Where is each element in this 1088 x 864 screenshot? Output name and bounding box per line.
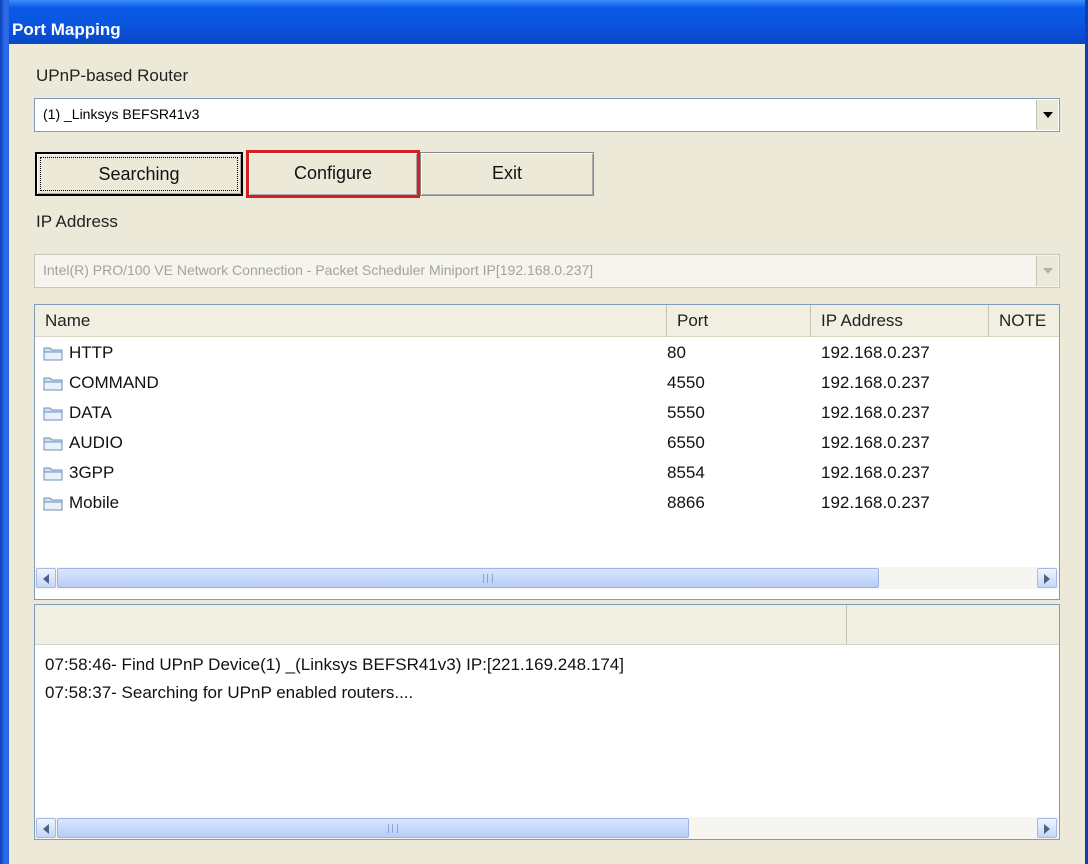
row-port: 8866 (667, 493, 705, 512)
folder-icon (43, 407, 63, 421)
exit-button[interactable]: Exit (420, 152, 594, 196)
network-adapter-select[interactable]: Intel(R) PRO/100 VE Network Connection -… (34, 254, 1060, 288)
table-row[interactable]: HTTP 80 192.168.0.237 (35, 339, 1059, 369)
log-line: 07:58:37- Searching for UPnP enabled rou… (45, 683, 414, 702)
log-header-column-1[interactable] (35, 605, 847, 645)
scroll-right-button[interactable] (1037, 568, 1057, 588)
column-header-name[interactable]: Name (35, 305, 667, 337)
scroll-thumb[interactable] (57, 568, 879, 588)
table-row[interactable]: COMMAND 4550 192.168.0.237 (35, 369, 1059, 399)
arrow-right-icon (1044, 574, 1050, 584)
row-name: DATA (69, 403, 112, 422)
table-row[interactable]: 3GPP 8554 192.168.0.237 (35, 459, 1059, 489)
row-name: Mobile (69, 493, 120, 512)
column-header-port[interactable]: Port (667, 305, 811, 337)
log-line: 07:58:46- Find UPnP Device(1) _(Linksys … (45, 655, 624, 674)
row-name: COMMAND (69, 373, 159, 392)
arrow-left-icon (43, 574, 49, 584)
row-ip-address: 192.168.0.237 (821, 403, 930, 422)
table-row[interactable]: DATA 5550 192.168.0.237 (35, 399, 1059, 429)
row-name: AUDIO (69, 433, 123, 452)
ip-address-label: IP Address (36, 212, 118, 231)
row-name: HTTP (69, 343, 114, 362)
row-ip-address: 192.168.0.237 (821, 343, 930, 362)
network-adapter-dropdown-button[interactable] (1036, 256, 1058, 286)
router-dropdown-button[interactable] (1036, 100, 1058, 130)
row-ip-address: 192.168.0.237 (821, 433, 930, 452)
row-port: 6550 (667, 433, 705, 452)
configure-button-label: Configure (293, 163, 373, 183)
window-title: Port Mapping (12, 20, 121, 39)
row-port: 8554 (667, 463, 705, 482)
chevron-down-icon (1043, 268, 1053, 274)
column-header-note[interactable]: NOTE (989, 305, 1059, 337)
log-header-column-2[interactable] (847, 605, 1059, 645)
row-port: 80 (667, 343, 686, 362)
chevron-down-icon (1043, 112, 1053, 118)
row-port: 5550 (667, 403, 705, 422)
folder-icon (43, 437, 63, 451)
folder-icon (43, 497, 63, 511)
port-mapping-window: Port Mapping UPnP-based Router (1) _Link… (0, 0, 1088, 864)
row-ip-address: 192.168.0.237 (821, 463, 930, 482)
arrow-left-icon (43, 824, 49, 834)
log-panel[interactable]: 07:58:46- Find UPnP Device(1) _(Linksys … (34, 604, 1060, 840)
row-port: 4550 (667, 373, 705, 392)
grip-icon (388, 824, 398, 833)
column-header-ip-address[interactable]: IP Address (811, 305, 989, 337)
folder-icon (43, 347, 63, 361)
row-ip-address: 192.168.0.237 (821, 373, 930, 392)
row-name: 3GPP (69, 463, 115, 482)
row-ip-address: 192.168.0.237 (821, 493, 930, 512)
scroll-left-button[interactable] (36, 568, 56, 588)
network-adapter-value: Intel(R) PRO/100 VE Network Connection -… (43, 262, 594, 278)
table-horizontal-scrollbar[interactable] (35, 567, 1059, 589)
table-row[interactable]: AUDIO 6550 192.168.0.237 (35, 429, 1059, 459)
table-row[interactable]: Mobile 8866 192.168.0.237 (35, 489, 1059, 519)
router-select[interactable]: (1) _Linksys BEFSR41v3 (34, 98, 1060, 132)
exit-button-label: Exit (491, 163, 522, 183)
folder-icon (43, 377, 63, 391)
configure-button[interactable]: Configure (246, 150, 420, 198)
scroll-thumb[interactable] (57, 818, 689, 838)
port-mapping-table[interactable]: Name Port IP Address NOTE HTTP 80 192.168.… (34, 304, 1060, 600)
scroll-left-button[interactable] (36, 818, 56, 838)
searching-button[interactable]: Searching (35, 152, 243, 196)
title-bar[interactable]: Port Mapping (0, 0, 1088, 44)
grip-icon (483, 574, 493, 583)
scroll-right-button[interactable] (1037, 818, 1057, 838)
router-label: UPnP-based Router (36, 66, 189, 85)
folder-icon (43, 467, 63, 481)
router-select-value: (1) _Linksys BEFSR41v3 (43, 106, 200, 122)
searching-button-label: Searching (98, 164, 180, 184)
log-horizontal-scrollbar[interactable] (35, 817, 1059, 839)
window-left-border (0, 0, 9, 864)
arrow-right-icon (1044, 824, 1050, 834)
